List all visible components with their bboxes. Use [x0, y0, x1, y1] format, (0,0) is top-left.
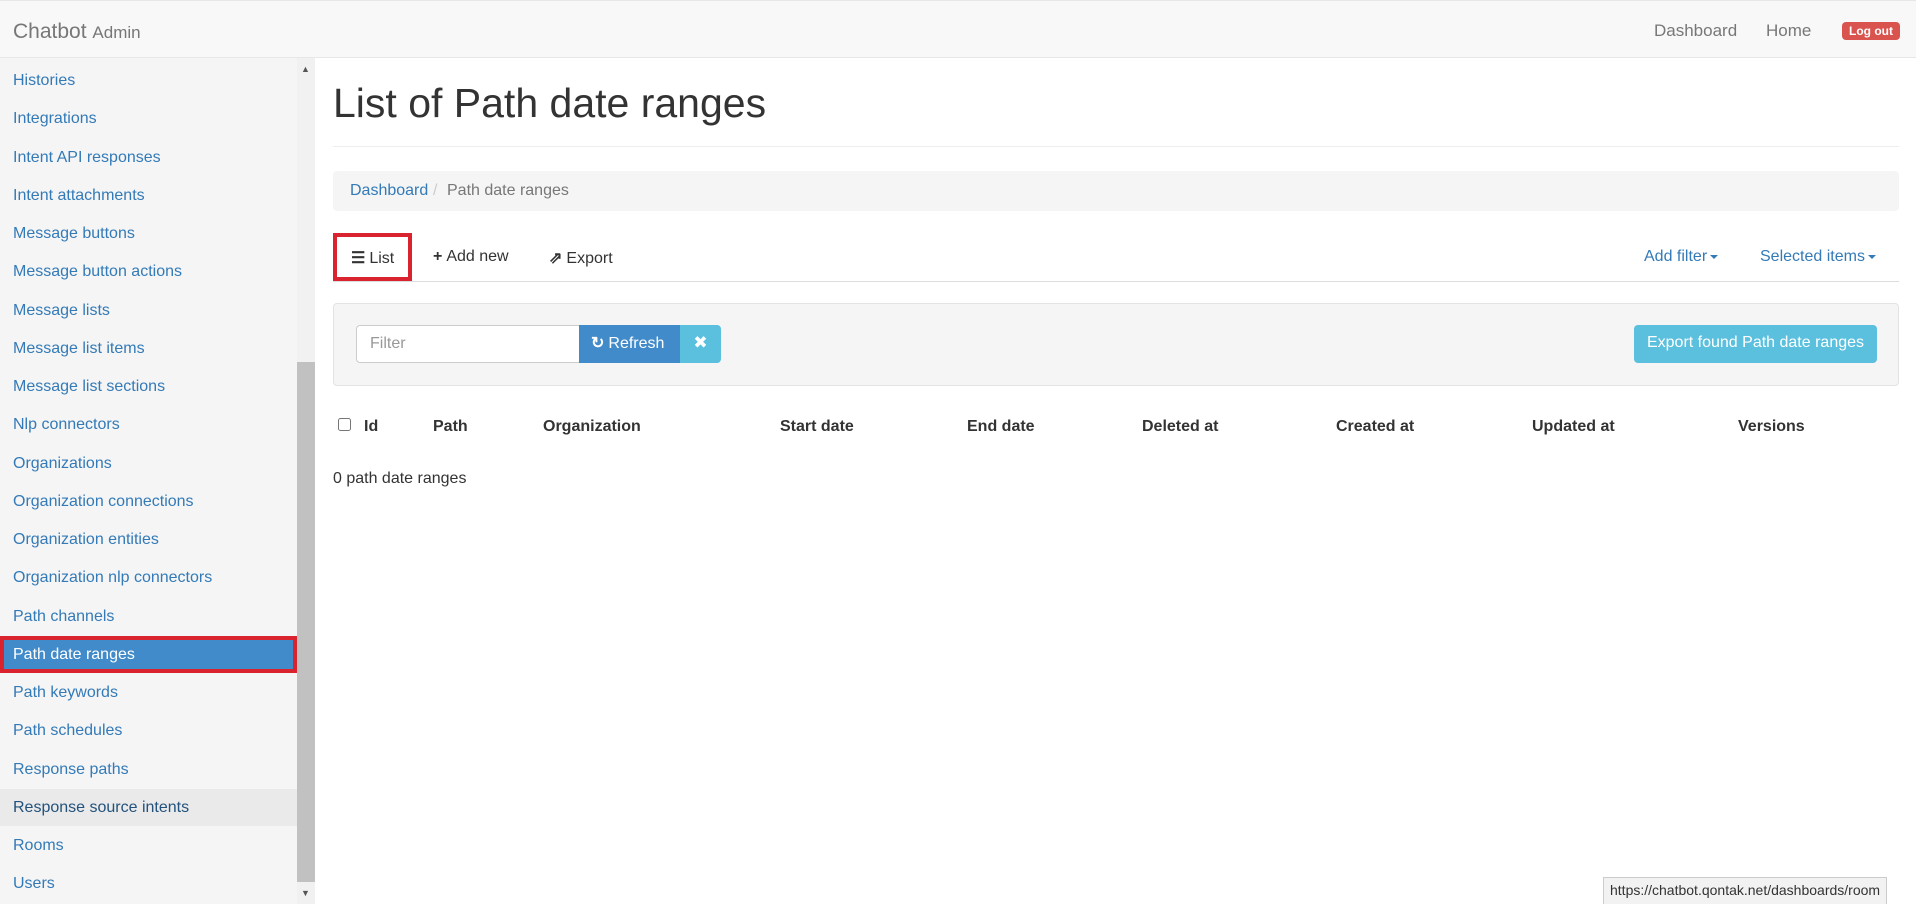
- sidebar-item-integrations[interactable]: Integrations: [0, 100, 297, 137]
- sidebar-scrollbar[interactable]: ▲ ▼: [297, 58, 315, 904]
- nav-link-home[interactable]: Home: [1766, 21, 1811, 41]
- sidebar-item-users[interactable]: Users: [0, 865, 297, 902]
- title-divider: [333, 146, 1899, 147]
- sidebar-item-organization-entities[interactable]: Organization entities: [0, 521, 297, 558]
- selected-items-label: Selected items: [1760, 248, 1865, 265]
- sidebar-item-response-paths[interactable]: Response paths: [0, 751, 297, 788]
- refresh-label: Refresh: [608, 335, 665, 352]
- sidebar-item-intent-api-responses[interactable]: Intent API responses: [0, 139, 297, 176]
- plus-icon: +: [433, 248, 443, 265]
- sidebar-item-message-buttons[interactable]: Message buttons: [0, 215, 297, 252]
- sidebar-item-organizations[interactable]: Organizations: [0, 445, 297, 482]
- logout-button[interactable]: Log out: [1842, 22, 1900, 40]
- sidebar-item-message-list-items[interactable]: Message list items: [0, 330, 297, 367]
- sidebar-item-path-keywords[interactable]: Path keywords: [0, 674, 297, 711]
- column-header-deleted-at[interactable]: Deleted at: [1142, 418, 1218, 436]
- add-filter-label: Add filter: [1644, 248, 1708, 265]
- sidebar-item-organization-nlp-connectors[interactable]: Organization nlp connectors: [0, 559, 297, 596]
- tab-list[interactable]: ☰ List: [333, 233, 413, 281]
- list-icon: ☰: [351, 250, 366, 267]
- action-tabs: ☰ List + Add new ⇗ Export Add filter Select…: [333, 233, 1899, 282]
- column-header-created-at[interactable]: Created at: [1336, 418, 1414, 436]
- breadcrumb-separator: /: [433, 182, 438, 199]
- breadcrumb-link-dashboard[interactable]: Dashboard: [350, 182, 428, 200]
- breadcrumb-current: Path date ranges: [447, 182, 569, 199]
- export-found-button[interactable]: Export found Path date ranges: [1634, 325, 1877, 363]
- sidebar-item-nlp-connectors[interactable]: Nlp connectors: [0, 406, 297, 443]
- sidebar-item-message-lists[interactable]: Message lists: [0, 292, 297, 329]
- column-header-id[interactable]: Id: [364, 418, 378, 436]
- tab-export[interactable]: ⇗ Export: [549, 233, 613, 281]
- column-header-start-date[interactable]: Start date: [780, 418, 854, 436]
- sidebar-item-message-list-sections[interactable]: Message list sections: [0, 368, 297, 405]
- tab-add-new-label: Add new: [446, 248, 509, 265]
- sidebar-item-path-channels[interactable]: Path channels: [0, 598, 297, 635]
- brand-name: Chatbot: [13, 20, 87, 43]
- column-header-end-date[interactable]: End date: [967, 418, 1035, 436]
- select-all-checkbox[interactable]: [338, 418, 351, 431]
- sidebar-item-histories[interactable]: Histories: [0, 62, 297, 99]
- refresh-icon: ↻: [591, 335, 605, 352]
- brand[interactable]: Chatbot Admin: [13, 20, 141, 44]
- record-count: 0 path date ranges: [333, 470, 467, 487]
- top-navbar: Chatbot Admin Dashboard Home Log out: [0, 0, 1916, 58]
- scroll-down-arrow-icon[interactable]: ▼: [301, 888, 310, 898]
- nav-link-dashboard[interactable]: Dashboard: [1654, 21, 1737, 41]
- sidebar-item-response-source-intents[interactable]: Response source intents: [0, 788, 297, 826]
- refresh-button[interactable]: ↻ Refresh: [579, 325, 680, 363]
- sidebar-item-message-button-actions[interactable]: Message button actions: [0, 253, 297, 290]
- breadcrumb: Dashboard / Path date ranges: [333, 171, 1899, 211]
- column-header-organization[interactable]: Organization: [543, 418, 641, 436]
- tab-export-label: Export: [566, 250, 613, 267]
- sidebar-item-rooms[interactable]: Rooms: [0, 827, 297, 864]
- caret-down-icon: [1710, 254, 1719, 259]
- add-filter-dropdown[interactable]: Add filter: [1644, 248, 1719, 266]
- column-header-path[interactable]: Path: [433, 418, 468, 436]
- sidebar-item-path-schedules[interactable]: Path schedules: [0, 712, 297, 749]
- caret-down-icon: [1867, 254, 1876, 259]
- sidebar-item-path-date-ranges[interactable]: Path date ranges: [0, 635, 297, 673]
- share-icon: ⇗: [549, 250, 563, 267]
- tab-list-label: List: [369, 250, 395, 267]
- clear-filter-button[interactable]: ✖: [680, 325, 721, 363]
- tab-add-new[interactable]: + Add new: [433, 233, 509, 281]
- sidebar-item-organization-connections[interactable]: Organization connections: [0, 483, 297, 520]
- filter-panel: ↻Refresh ✖ Export found Path date ranges: [333, 303, 1899, 386]
- sidebar: Histories Integrations Intent API response…: [0, 58, 297, 904]
- selected-items-dropdown[interactable]: Selected items: [1760, 248, 1876, 266]
- filter-input[interactable]: [356, 325, 580, 363]
- column-header-updated-at[interactable]: Updated at: [1532, 418, 1615, 436]
- page-title: List of Path date ranges: [333, 80, 767, 126]
- column-header-versions[interactable]: Versions: [1738, 418, 1805, 436]
- scroll-up-arrow-icon[interactable]: ▲: [301, 64, 310, 74]
- close-icon: ✖: [693, 333, 708, 352]
- brand-subtitle: Admin: [92, 23, 141, 42]
- status-bar-url: https://chatbot.qontak.net/dashboards/ro…: [1603, 877, 1888, 904]
- scrollbar-thumb[interactable]: [297, 362, 315, 882]
- sidebar-item-intent-attachments[interactable]: Intent attachments: [0, 177, 297, 214]
